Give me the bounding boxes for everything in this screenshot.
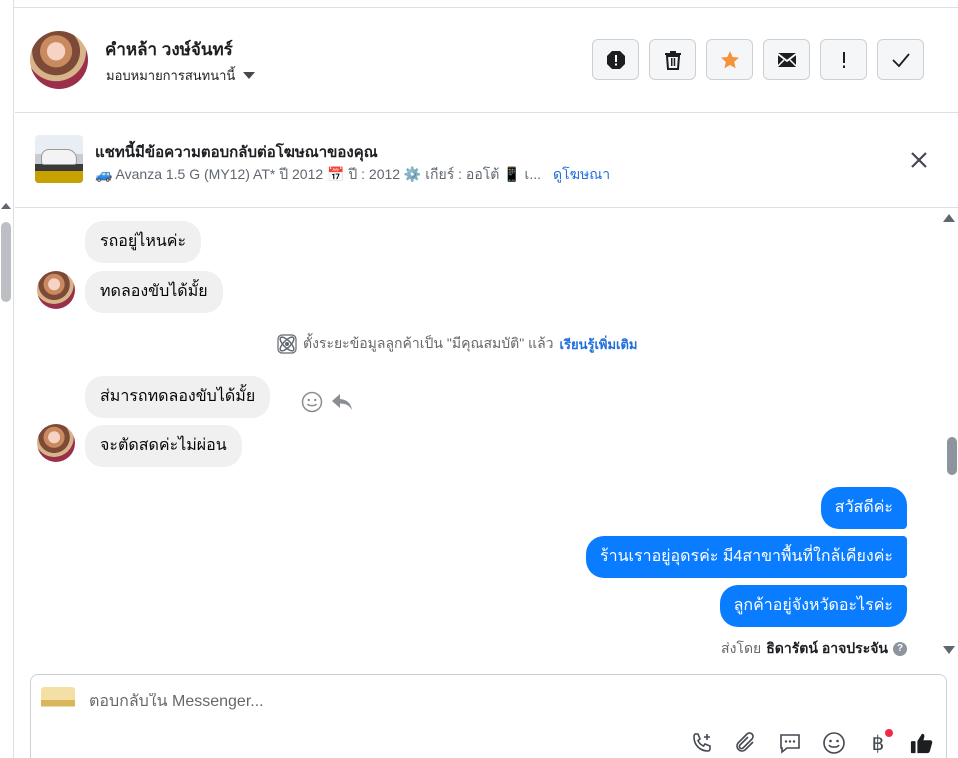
assign-label: มอบหมายการสนทนานี้ [106,68,236,83]
page-logo [41,687,75,713]
message-thread: รถอยู่ไหนค่ะ ทดลองขับได้มั้ย ตั้งระยะข้อ… [15,208,958,660]
mark-spam-button[interactable] [592,39,639,80]
contact-avatar-small [37,424,75,462]
star-button[interactable] [706,39,753,80]
contact-avatar[interactable] [30,31,88,89]
thread-scrollbar-thumb[interactable] [947,437,957,475]
incoming-message[interactable]: จะตัดสดค่ะไม่ผ่อน [85,425,242,467]
follow-up-button[interactable] [820,39,867,80]
composer-toolbar: ฿ [690,729,934,755]
saved-replies-button[interactable] [778,731,802,755]
mark-done-button[interactable] [877,39,924,80]
chat-bubble-icon [780,734,800,754]
left-panel-edge [0,0,14,758]
atom-icon [277,334,297,354]
left-scrollbar-thumb[interactable] [1,222,11,302]
message-hover-tools [301,391,353,413]
like-button[interactable] [910,731,934,755]
incoming-message[interactable]: ส่มารถทดลองขับได้มั้ย [85,376,271,418]
notification-dot [885,729,893,737]
mark-unread-button[interactable] [763,39,810,80]
learn-more-link[interactable]: เรียนรู้เพิ่มเติม [560,334,638,355]
conversation-actions [592,39,924,80]
attach-button[interactable] [734,731,758,755]
close-icon[interactable] [908,149,930,171]
reply-input[interactable] [89,693,909,711]
star-icon [720,50,739,68]
thumbnail-strip [35,171,83,183]
system-note-text: ตั้งระยะข้อมูลลูกค้าเป็น "มีคุณสมบัติ" แ… [303,335,554,351]
reply-composer: ฿ [30,674,947,758]
delete-button[interactable] [649,39,696,80]
envelope-icon [776,52,797,67]
help-icon[interactable]: ? [893,642,907,656]
paperclip-icon [736,732,754,752]
call-button[interactable] [690,731,714,755]
ad-banner-title: แชทนี้มีข้อความตอบกลับต่อโฆษณาของคุณ [95,144,378,161]
thumbs-up-icon [910,733,933,754]
trash-icon [664,50,681,70]
emoji-button[interactable] [822,731,846,755]
ad-text: 🚙 Avanza 1.5 G (MY12) AT* ปี 2012 📅 ปี :… [95,166,542,182]
car-image [41,149,77,165]
ad-summary-row: 🚙 Avanza 1.5 G (MY12) AT* ปี 2012 📅 ปี :… [95,164,610,186]
payment-button[interactable]: ฿ [866,729,893,755]
contact-name[interactable]: คำหล้า วงษ์จันทร์ [105,36,233,63]
conversation-header: คำหล้า วงษ์จันทร์ มอบหมายการสนทนานี้ [15,8,958,113]
left-scroll-up-arrow[interactable] [1,203,11,209]
outgoing-message[interactable]: สวัสดีค่ะ [820,487,907,529]
outgoing-message[interactable]: ร้านเราอยู่อุดรค่ะ มี4สาขาพื้นที่ใกล้เคี… [586,536,907,578]
sent-by-prefix: ส่งโดย [721,640,762,656]
baht-icon: ฿ [871,731,885,755]
sent-by-line: ส่งโดย ธิดารัตน์ อาจประจัน ? [721,638,907,660]
exclamation-icon [842,51,845,68]
thread-scroll-up-arrow[interactable] [943,214,955,222]
outgoing-message[interactable]: ลูกค้าอยู่จังหวัดอะไรค่ะ [719,585,907,627]
incoming-message[interactable]: ทดลองขับได้มั้ย [85,271,223,313]
checkmark-icon [891,52,910,67]
system-note: ตั้งระยะข้อมูลลูกค้าเป็น "มีคุณสมบัติ" แ… [277,333,637,355]
assign-conversation-dropdown[interactable]: มอบหมายการสนทนานี้ [106,65,256,86]
sent-by-name: ธิดารัตน์ อาจประจัน [766,640,888,656]
phone-plus-icon [693,733,711,752]
react-emoji-icon[interactable] [301,391,323,413]
reply-icon[interactable] [331,392,353,412]
incoming-message[interactable]: รถอยู่ไหนค่ะ [85,221,202,263]
view-ad-link[interactable]: ดูโฆษณา [553,164,610,186]
emoji-icon [823,732,845,754]
alert-circle-icon [606,50,625,69]
ad-reply-banner: แชทนี้มีข้อความตอบกลับต่อโฆษณาของคุณ 🚙 A… [15,113,958,208]
caret-down-icon [243,72,256,79]
ad-thumbnail[interactable] [35,135,83,183]
contact-avatar-small [37,271,75,309]
thread-scroll-down-arrow[interactable] [943,646,955,654]
